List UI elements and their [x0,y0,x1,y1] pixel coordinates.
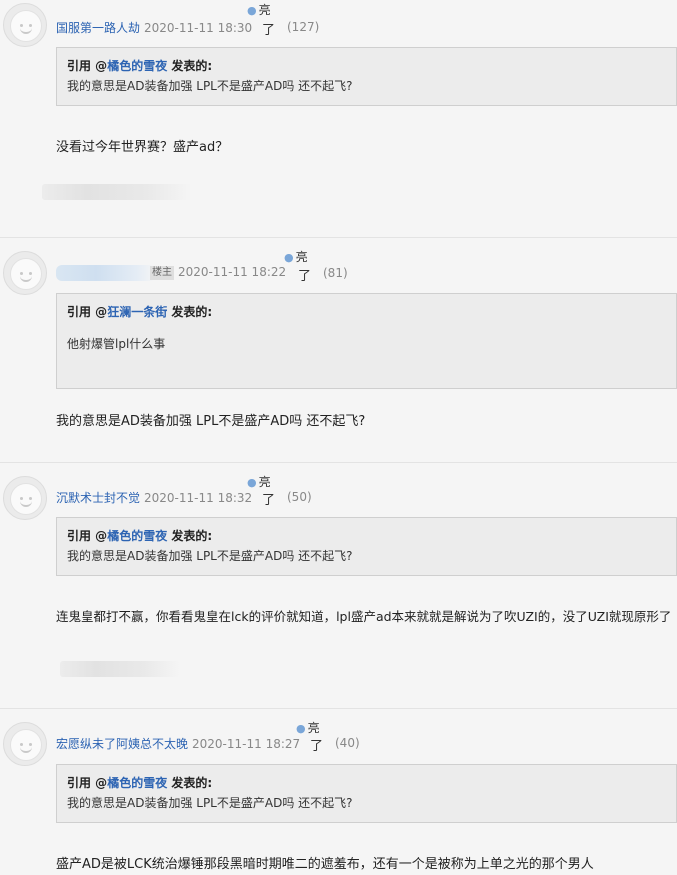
lightbulb-icon: ● [247,4,257,17]
quote-text: 我的意思是AD装备加强 LPL不是盛产AD吗 还不起飞? [67,79,353,93]
liao-label: 了 [262,493,276,508]
post-time: 2020-11-11 18:22 [178,265,287,279]
post-meta: 沉默术士封不觉 2020-11-11 18:32 [56,490,252,506]
quote-user-link[interactable]: 橘色的雪夜 [107,59,167,73]
post-time: 2020-11-11 18:27 [192,737,301,751]
quote-header: 引用 @狂澜一条街 发表的: [67,305,213,319]
post-time: 2020-11-11 18:32 [144,491,253,505]
quote-text: 我的意思是AD装备加强 LPL不是盛产AD吗 还不起飞? [67,796,353,810]
light-count: (40) [335,736,360,750]
blurred-footer [60,661,180,677]
liang-button[interactable]: ● 亮 [247,1,271,18]
quote-block: 引用 @橘色的雪夜 发表的: 我的意思是AD装备加强 LPL不是盛产AD吗 还不… [56,517,677,576]
quote-user-link[interactable]: 狂澜一条街 [107,305,167,319]
post-content: 我的意思是AD装备加强 LPL不是盛产AD吗 还不起飞? [56,414,366,429]
post-meta: 国服第一路人劫 2020-11-11 18:30 [56,20,252,36]
liao-label: 了 [310,739,324,754]
quote-block: 引用 @橘色的雪夜 发表的: 我的意思是AD装备加强 LPL不是盛产AD吗 还不… [56,764,677,823]
light-count: (81) [323,266,348,280]
author-link[interactable]: 沉默术士封不觉 [56,491,140,505]
liang-button[interactable]: ● 亮 [296,719,320,736]
liang-button[interactable]: ● 亮 [247,473,271,490]
post-content: 没看过今年世界赛？盛产ad？ [56,140,229,155]
default-avatar-icon[interactable] [3,722,47,766]
quote-user-link[interactable]: 橘色的雪夜 [107,529,167,543]
quote-header: 引用 @橘色的雪夜 发表的: [67,59,213,73]
quote-text: 我的意思是AD装备加强 LPL不是盛产AD吗 还不起飞? [67,549,353,563]
liao-label: 了 [298,269,312,284]
quote-block: 引用 @狂澜一条街 发表的: 他射爆管lpl什么事 [56,293,677,389]
author-link[interactable]: 宏愿纵未了阿姨总不太晚 [56,737,188,751]
lightbulb-icon: ● [296,722,306,735]
default-avatar-icon[interactable] [3,251,47,295]
liang-button[interactable]: ● 亮 [284,248,308,265]
quote-header: 引用 @橘色的雪夜 发表的: [67,776,213,790]
post-time: 2020-11-11 18:30 [144,21,253,35]
author-link[interactable]: 国服第一路人劫 [56,21,140,35]
post-content: 连鬼皇都打不赢，你看看鬼皇在lck的评价就知道，lpl盛产ad本来就就是解说为了… [56,609,672,624]
divider [0,237,677,238]
divider [0,708,677,709]
post-meta: 宏愿纵未了阿姨总不太晚 2020-11-11 18:27 [56,736,300,752]
quote-text: 他射爆管lpl什么事 [67,337,166,351]
light-count: (127) [287,20,320,34]
lightbulb-icon: ● [247,476,257,489]
post-meta: 楼主 2020-11-11 18:22 [56,264,286,281]
quote-header: 引用 @橘色的雪夜 发表的: [67,529,213,543]
light-count: (50) [287,490,312,504]
blurred-footer [42,184,192,200]
default-avatar-icon[interactable] [3,3,47,47]
default-avatar-icon[interactable] [3,476,47,520]
divider [0,462,677,463]
post-content: 盛产AD是被LCK统治爆锤那段黑暗时期唯二的遮羞布，还有一个是被称为上单之光的那… [56,857,594,872]
quote-block: 引用 @橘色的雪夜 发表的: 我的意思是AD装备加强 LPL不是盛产AD吗 还不… [56,47,677,106]
quote-user-link[interactable]: 橘色的雪夜 [107,776,167,790]
op-badge: 楼主 [150,265,174,280]
author-link[interactable] [56,264,156,281]
lightbulb-icon: ● [284,251,294,264]
liao-label: 了 [262,23,276,38]
